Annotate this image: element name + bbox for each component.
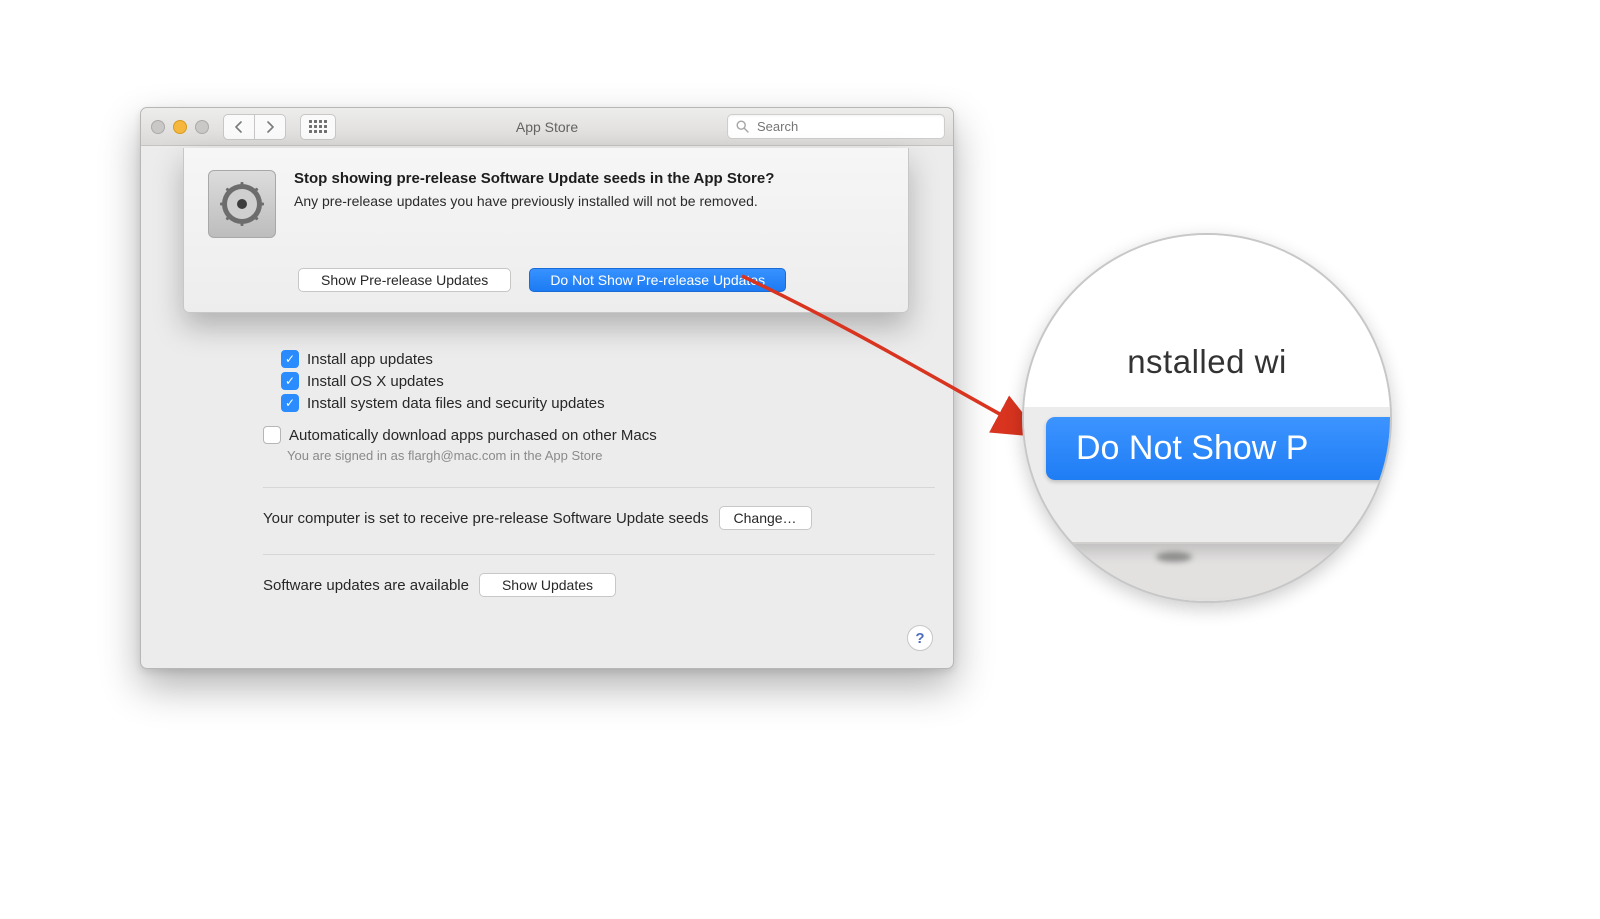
label-install-app-updates: Install app updates	[307, 351, 433, 368]
window-minimize[interactable]	[173, 120, 187, 134]
window-traffic-lights	[151, 120, 209, 134]
forward-button[interactable]	[255, 114, 286, 140]
do-not-show-prerelease-button[interactable]: Do Not Show Pre-release Updates	[529, 268, 786, 292]
divider	[263, 487, 935, 488]
prerelease-dialog-sheet: Stop showing pre-release Software Update…	[183, 148, 909, 313]
show-all-button[interactable]	[300, 114, 336, 140]
loupe-primary-button: Do Not Show P	[1046, 417, 1392, 480]
label-auto-download-purchased: Automatically download apps purchased on…	[289, 427, 657, 444]
search-icon	[736, 120, 749, 133]
signed-in-note: You are signed in as flargh@mac.com in t…	[287, 448, 913, 463]
back-button[interactable]	[223, 114, 255, 140]
seed-status-text: Your computer is set to receive pre-rele…	[263, 510, 709, 527]
label-install-osx-updates: Install OS X updates	[307, 373, 444, 390]
loupe-background-shadow	[1024, 542, 1390, 601]
checkbox-install-osx-updates[interactable]: ✓	[281, 372, 299, 390]
grid-icon	[309, 120, 327, 133]
window-close-disabled[interactable]	[151, 120, 165, 134]
show-updates-button[interactable]: Show Updates	[479, 573, 616, 597]
checkbox-auto-download-purchased[interactable]	[263, 426, 281, 444]
chevron-right-icon	[265, 121, 275, 133]
divider	[263, 554, 935, 555]
show-prerelease-button[interactable]: Show Pre-release Updates	[298, 268, 511, 292]
updates-available-text: Software updates are available	[263, 577, 469, 594]
checkbox-install-app-updates[interactable]: ✓	[281, 350, 299, 368]
search-input[interactable]	[755, 118, 936, 135]
loupe-text-fragment: nstalled wi	[1024, 235, 1390, 407]
dialog-heading: Stop showing pre-release Software Update…	[294, 170, 774, 187]
search-field-container[interactable]	[727, 114, 945, 139]
change-seed-button[interactable]: Change…	[719, 506, 812, 530]
chevron-left-icon	[234, 121, 244, 133]
window-titlebar: App Store	[141, 108, 953, 146]
label-install-security-updates: Install system data files and security u…	[307, 395, 605, 412]
window-zoom-disabled[interactable]	[195, 120, 209, 134]
dialog-body: Any pre-release updates you have previou…	[294, 193, 774, 209]
magnifier-loupe: nstalled wi Do Not Show P	[1022, 233, 1392, 603]
gear-icon	[217, 179, 267, 229]
system-preferences-icon	[208, 170, 276, 238]
checkbox-install-security-updates[interactable]: ✓	[281, 394, 299, 412]
help-button[interactable]: ?	[907, 625, 933, 651]
